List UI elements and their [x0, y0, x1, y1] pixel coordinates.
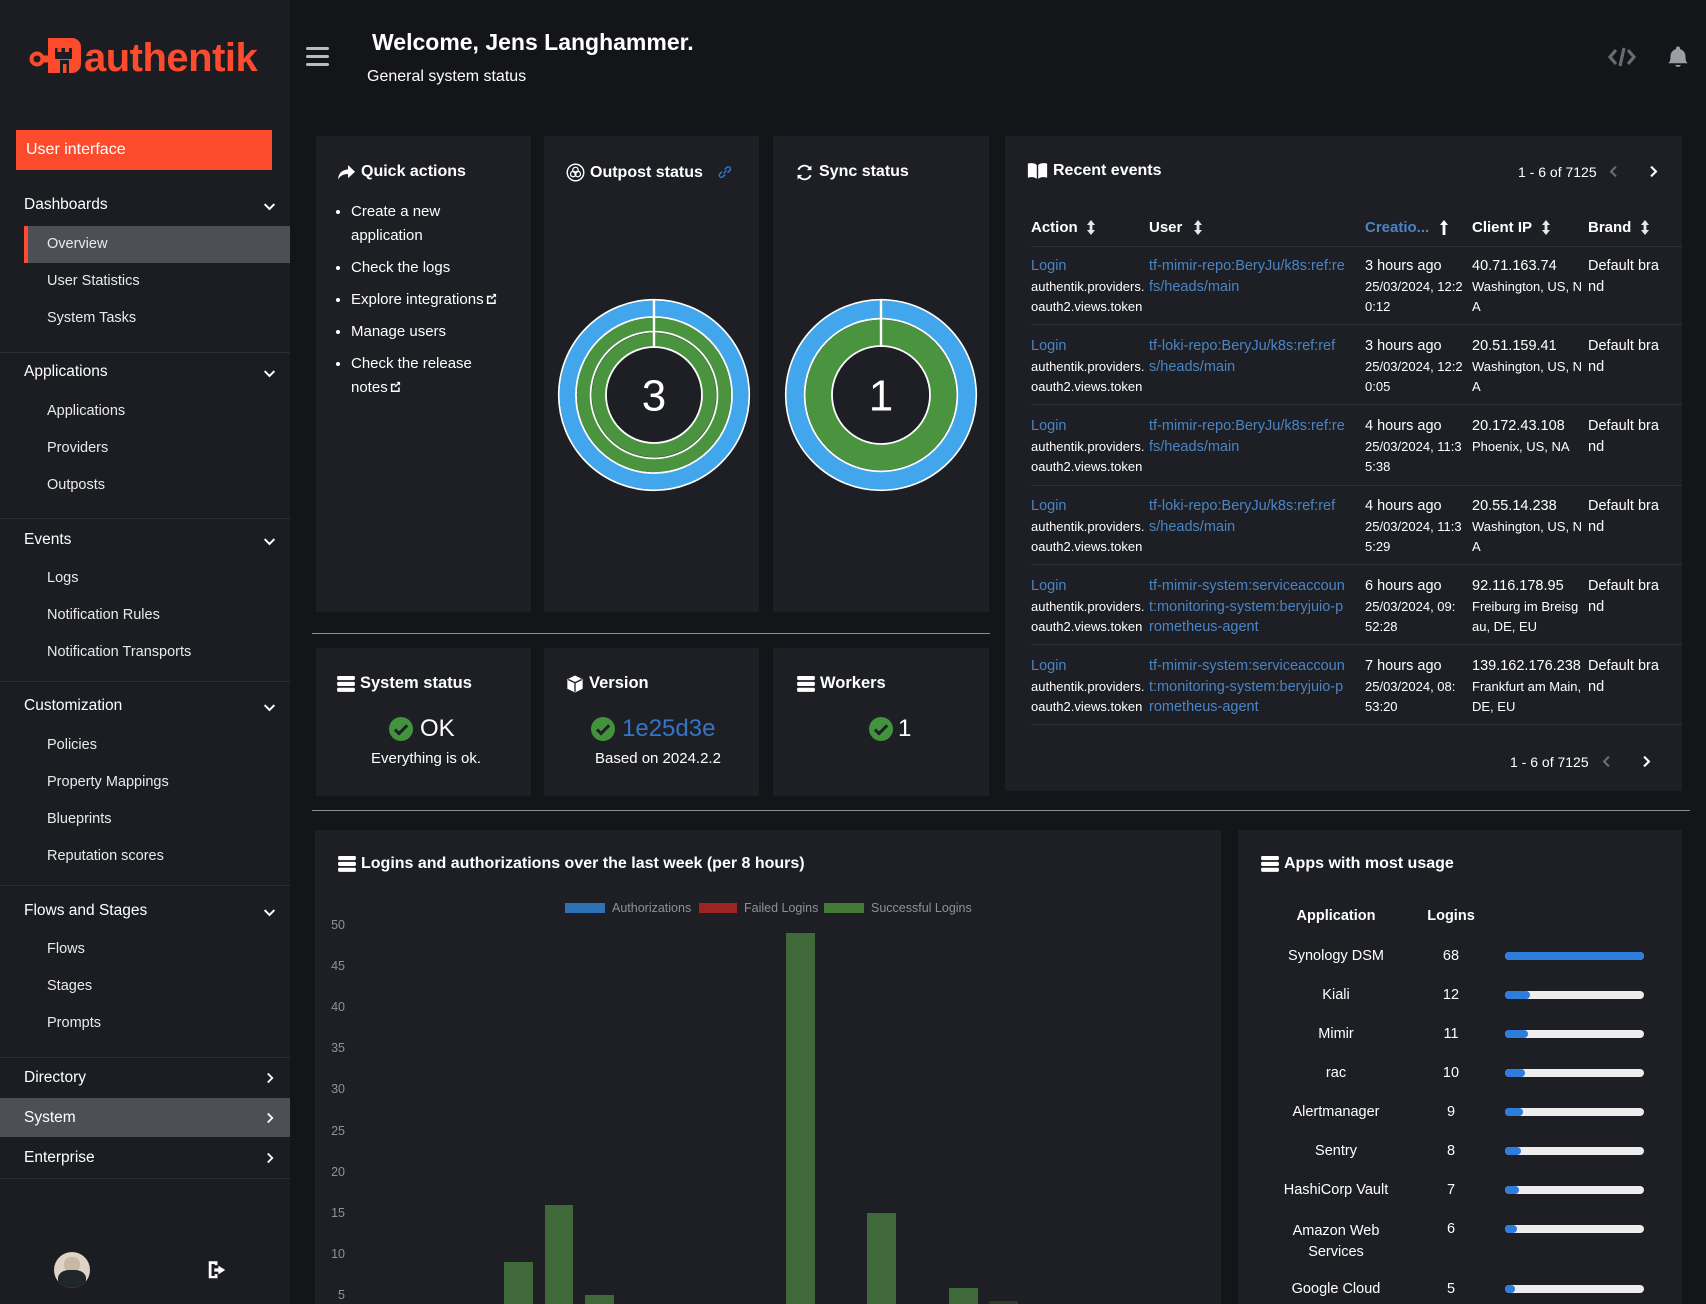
svg-text:3: 3 — [642, 372, 666, 421]
svg-text:authentik: authentik — [84, 36, 259, 80]
svg-text:1: 1 — [869, 372, 893, 421]
